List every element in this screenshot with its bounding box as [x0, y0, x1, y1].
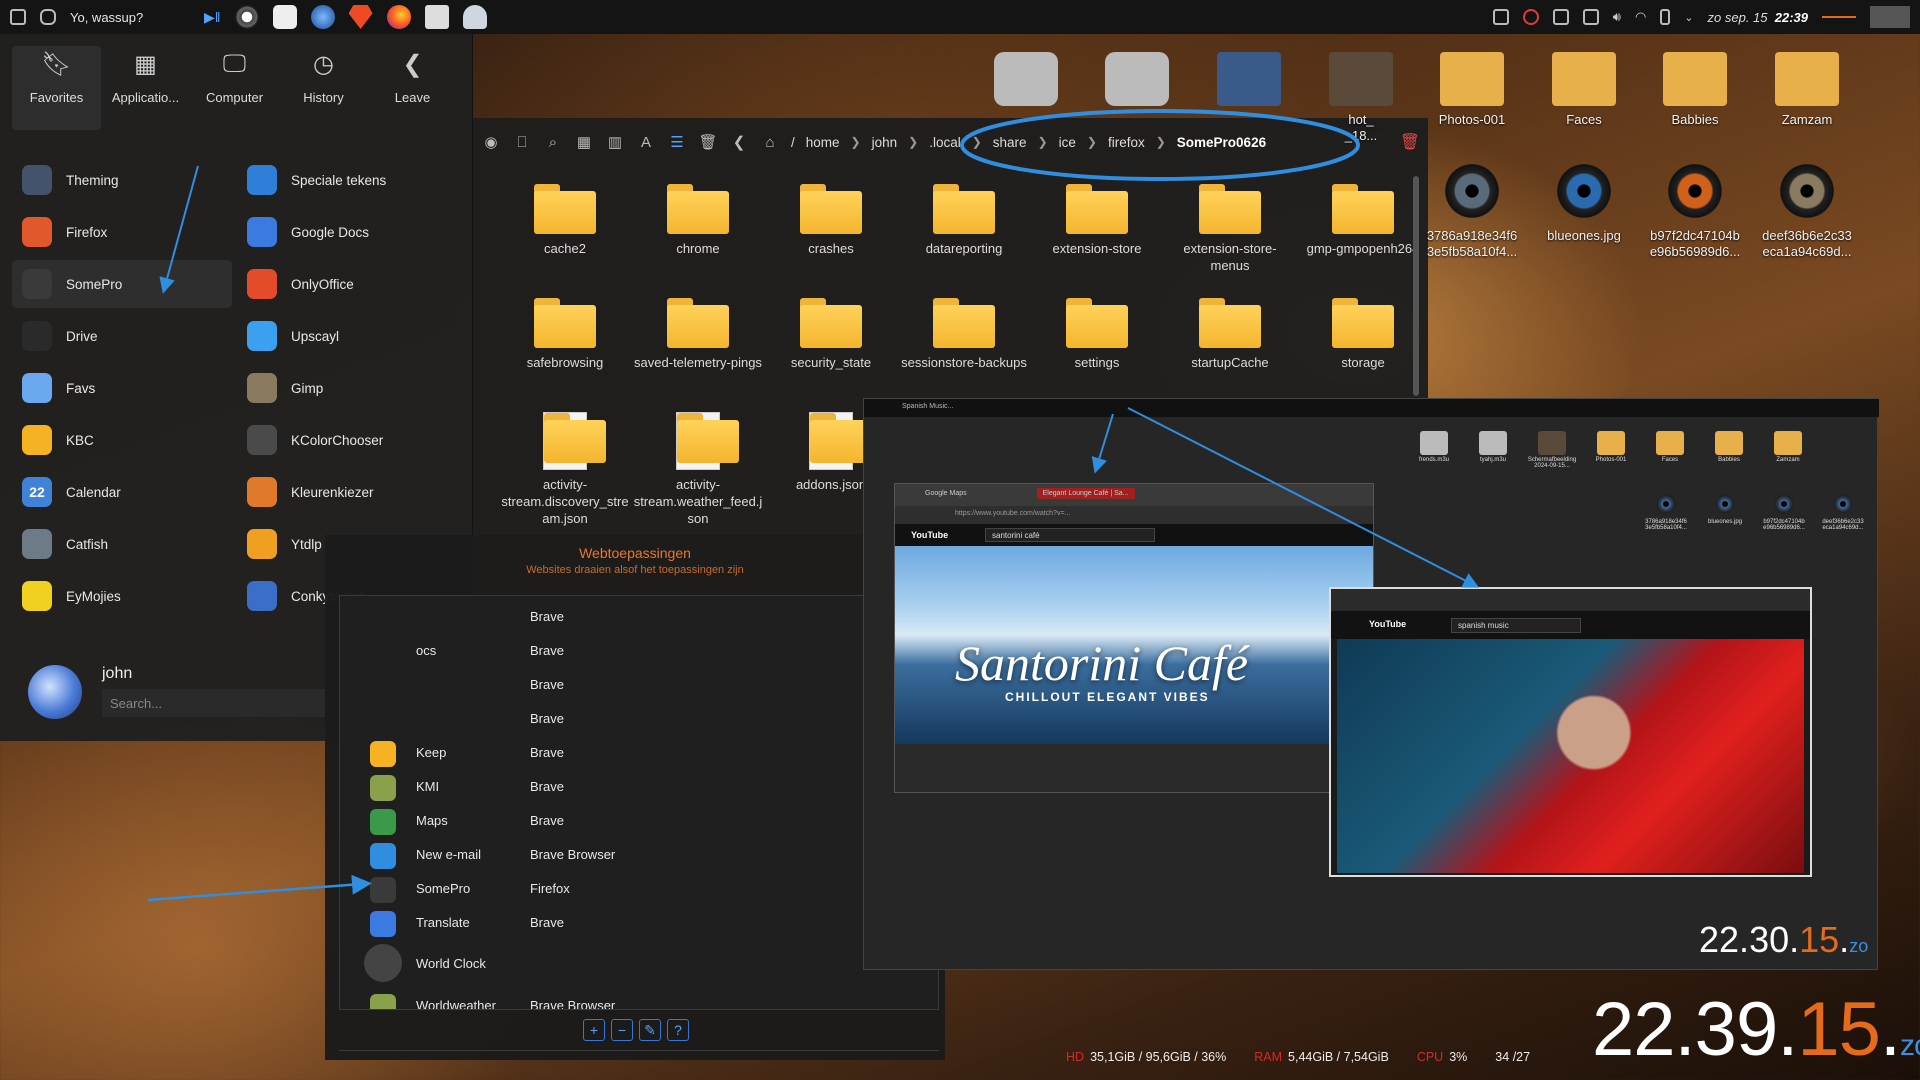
annotation-arrow-1	[159, 165, 199, 294]
annotation-arrow-4	[1127, 407, 1480, 588]
annotation-ellipse	[960, 109, 1360, 181]
annotation-arrows	[147, 109, 1480, 902]
annotation-arrow-2	[147, 874, 372, 902]
annotation-arrow-3	[1091, 413, 1114, 474]
